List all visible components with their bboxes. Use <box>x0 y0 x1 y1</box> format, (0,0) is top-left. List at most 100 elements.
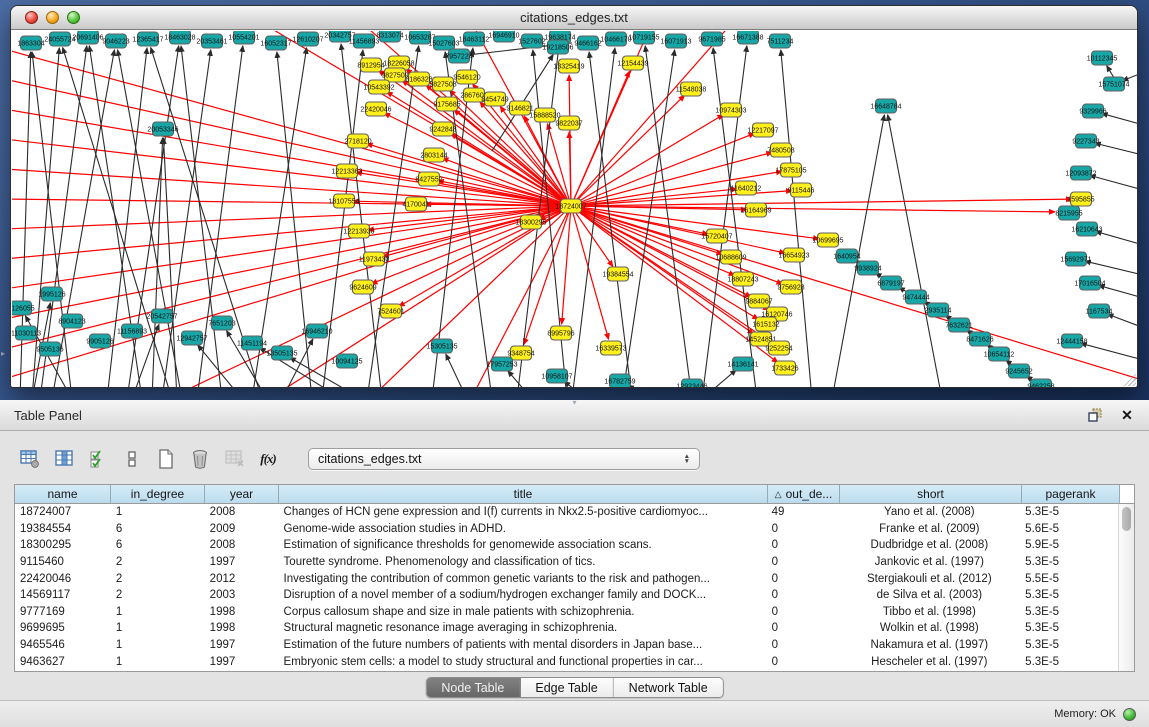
graph-node[interactable]: 9474444 <box>902 290 929 304</box>
graph-node[interactable]: 11456893 <box>349 34 380 48</box>
graph-node-selected[interactable]: 13325419 <box>553 59 584 73</box>
graph-node-selected[interactable]: 16654923 <box>778 248 809 262</box>
graph-node[interactable]: 16210643 <box>1071 222 1102 236</box>
graph-node[interactable]: 7511234 <box>767 34 794 48</box>
graph-node[interactable]: 12093872 <box>1065 166 1096 180</box>
graph-node[interactable]: 13505135 <box>266 346 297 360</box>
graph-node-selected[interactable]: 11973430 <box>359 252 390 266</box>
network-canvas[interactable]: 1872400789129541822605898275098186328982… <box>12 31 1136 386</box>
close-panel-icon[interactable]: ✕ <box>1119 407 1135 423</box>
table-row[interactable]: 1830029562008Estimation of significance … <box>15 537 1118 554</box>
table-row[interactable]: 946362711997Embryonic stem cells: a mode… <box>15 653 1118 670</box>
graph-node-selected[interactable]: 9546120 <box>453 70 480 84</box>
graph-node-selected[interactable]: 7480508 <box>767 143 794 157</box>
table-scrollbar-thumb[interactable] <box>1122 507 1131 531</box>
tab-node-table[interactable]: Node Table <box>426 678 520 697</box>
graph-node[interactable]: 8471626 <box>966 332 993 346</box>
graph-node-selected[interactable]: 10974303 <box>715 103 746 117</box>
show-columns-checklist-icon[interactable] <box>84 445 112 473</box>
graph-node[interactable]: 9505136 <box>36 342 63 356</box>
graph-node[interactable]: 14136141 <box>727 357 758 371</box>
graph-node[interactable]: 12365417 <box>132 32 163 46</box>
graph-node[interactable]: 9329966 <box>1079 104 1106 118</box>
graph-node[interactable]: 7632621 <box>945 318 972 332</box>
graph-node[interactable]: 9671985 <box>698 32 725 46</box>
row-height-icon[interactable] <box>118 445 146 473</box>
graph-node[interactable]: 2935114 <box>925 303 952 317</box>
graph-node-selected[interactable]: 18107554 <box>328 194 359 208</box>
float-panel-icon[interactable] <box>1087 407 1103 423</box>
graph-node[interactable]: 16671388 <box>732 31 763 44</box>
graph-node-selected[interactable]: 1615132 <box>752 317 779 331</box>
graph-node-selected[interactable]: 9115446 <box>788 183 815 197</box>
graph-node[interactable]: 10112345 <box>1087 51 1118 65</box>
graph-node[interactable]: 10094125 <box>331 354 362 368</box>
splitter-handle-icon[interactable]: ▾ <box>572 398 576 407</box>
graph-node[interactable]: 20053346 <box>147 122 178 136</box>
graph-node-selected[interactable]: 9175685 <box>433 97 460 111</box>
panel-collapse-arrow-icon[interactable]: ▸ <box>1 349 5 358</box>
column-header-year[interactable]: year <box>205 485 279 503</box>
column-header-pagerank[interactable]: pagerank <box>1022 485 1120 503</box>
table-selector-dropdown[interactable]: citations_edges.txt ▲▼ <box>308 448 700 470</box>
graph-node[interactable]: 10958107 <box>541 369 572 383</box>
graph-node[interactable]: 9046223 <box>102 34 129 48</box>
graph-node[interactable]: 9245652 <box>1005 364 1032 378</box>
graph-node[interactable]: 11156893 <box>117 324 147 338</box>
graph-node[interactable]: 12444158 <box>1056 334 1087 348</box>
graph-node-selected[interactable]: 9822037 <box>555 116 582 130</box>
graph-node[interactable]: 8313074 <box>376 31 403 42</box>
graph-node[interactable]: 7651203 <box>208 316 235 330</box>
graph-node-selected[interactable]: 18807243 <box>727 272 758 286</box>
graph-node-selected[interactable]: 8427552 <box>415 172 442 186</box>
graph-node[interactable]: 10719155 <box>628 31 659 44</box>
table-row[interactable]: 2242004622012Investigating the contribut… <box>15 570 1118 587</box>
graph-node[interactable]: 16071913 <box>660 34 691 48</box>
graph-node[interactable]: 16648784 <box>870 99 901 113</box>
graph-node[interactable]: 12923446 <box>676 379 707 388</box>
graph-node[interactable]: 16782759 <box>604 374 635 388</box>
table-row[interactable]: 1872400712008Changes of HCN gene express… <box>15 504 1118 521</box>
graph-node[interactable]: 9462258 <box>1027 379 1054 388</box>
graph-node[interactable]: 1640954 <box>833 249 860 263</box>
graph-node-selected[interactable]: 12217097 <box>747 123 778 137</box>
graph-node-selected[interactable]: 16164969 <box>740 203 771 217</box>
graph-node[interactable]: 16946910 <box>488 31 519 42</box>
graph-node-selected[interactable]: 16339573 <box>595 341 626 355</box>
graph-node[interactable]: 1167534 <box>1086 304 1113 318</box>
graph-node[interactable]: 24055724 <box>44 32 75 46</box>
table-scrollbar[interactable] <box>1118 504 1134 671</box>
network-graph[interactable]: 1872400789129541822605898275098186328982… <box>12 31 1138 388</box>
graph-node[interactable]: 8215955 <box>1055 206 1082 220</box>
graph-node-selected[interactable]: 4170041 <box>402 197 429 211</box>
graph-node-selected[interactable]: 17875105 <box>775 163 806 177</box>
graph-node[interactable]: 6879197 <box>877 276 904 290</box>
graph-node[interactable]: 11451194 <box>237 336 267 350</box>
graph-node-selected[interactable]: 1733426 <box>771 361 798 375</box>
graph-node[interactable]: 7957224 <box>445 49 472 63</box>
graph-node[interactable]: 9227343 <box>1072 134 1099 148</box>
graph-node[interactable]: 18463112 <box>459 32 490 46</box>
graph-node-selected[interactable]: 9756928 <box>777 280 804 294</box>
tab-edge-table[interactable]: Edge Table <box>520 678 613 697</box>
graph-node[interactable]: 20691406 <box>72 31 103 44</box>
graph-node-selected[interactable]: 1595855 <box>1067 192 1094 206</box>
table-row[interactable]: 911546021997Tourette syndrome. Phenomeno… <box>15 554 1118 571</box>
table-row[interactable]: 1456911722003Disruption of a novel membe… <box>15 587 1118 604</box>
select-columns-icon[interactable] <box>50 445 78 473</box>
column-header-name[interactable]: name <box>15 485 111 503</box>
delete-columns-icon[interactable] <box>186 445 214 473</box>
graph-node[interactable]: 1995126 <box>38 287 65 301</box>
graph-node-selected[interactable]: 2718120 <box>344 134 371 148</box>
create-column-icon[interactable] <box>152 445 180 473</box>
graph-node-selected[interactable]: 9624609 <box>349 280 376 294</box>
graph-node[interactable]: 16946210 <box>301 324 332 338</box>
graph-node[interactable]: 17016504 <box>1074 276 1105 290</box>
function-builder-icon[interactable]: f(x) <box>254 445 282 473</box>
graph-node[interactable]: 1863304 <box>17 36 44 50</box>
graph-node[interactable]: 10554201 <box>228 31 259 44</box>
graph-node[interactable]: 11030113 <box>12 326 41 340</box>
column-header-in_degree[interactable]: in_degree <box>111 485 205 503</box>
graph-node-selected[interactable]: 8995796 <box>547 326 574 340</box>
graph-node-selected[interactable]: 12213363 <box>331 164 362 178</box>
